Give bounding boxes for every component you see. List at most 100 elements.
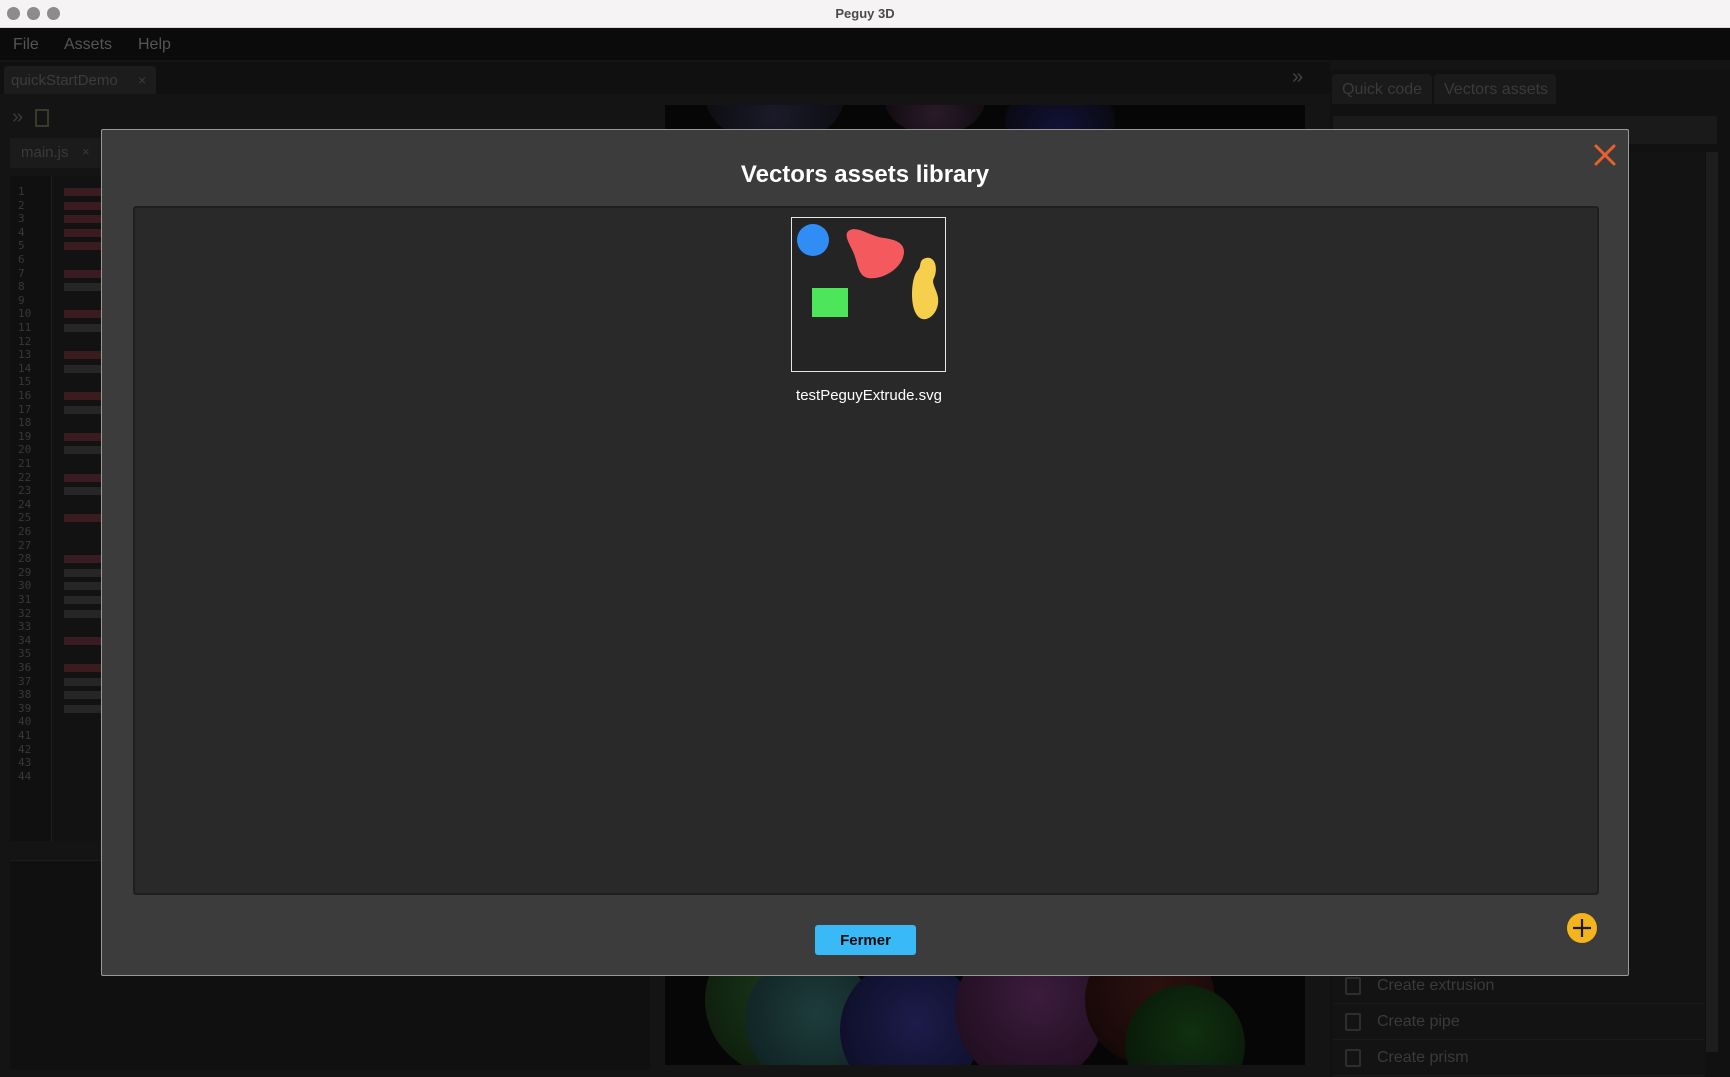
- line-number: 37: [18, 674, 32, 688]
- code-line: [64, 269, 104, 278]
- line-number: 11: [18, 321, 32, 334]
- file-tab[interactable]: main.js ×: [10, 138, 100, 168]
- line-number: 32: [18, 606, 32, 620]
- line-number: 4: [18, 225, 25, 239]
- line-number: 6: [18, 253, 25, 266]
- copy-icon: [1345, 1049, 1361, 1067]
- window-title: Peguy 3D: [835, 6, 895, 21]
- file-tab-close-icon[interactable]: ×: [82, 144, 90, 159]
- line-number: 24: [18, 497, 32, 511]
- line-number: 19: [18, 429, 32, 443]
- line-number: 43: [18, 756, 32, 770]
- right-panel-scrollbar[interactable]: [1706, 152, 1718, 1052]
- line-number: 44: [18, 769, 32, 783]
- close-icon-graphic: [1594, 144, 1616, 166]
- app-window: Peguy 3D File Assets Help quickStartDemo…: [0, 0, 1730, 1077]
- code-line: [64, 691, 104, 700]
- code-line: [64, 215, 104, 224]
- menu-assets[interactable]: Assets: [64, 36, 112, 54]
- code-line: [64, 609, 104, 618]
- line-number: 7: [18, 266, 25, 280]
- code-line: [64, 242, 104, 251]
- vectors-assets-dialog: Vectors assets library testPeguyExtrude.…: [101, 129, 1629, 976]
- line-number: 1: [18, 185, 25, 198]
- fermer-button[interactable]: Fermer: [815, 925, 916, 955]
- code-line: [64, 582, 104, 591]
- close-icon[interactable]: [1590, 140, 1620, 170]
- code-line: [64, 188, 104, 196]
- line-number: 16: [18, 389, 32, 402]
- code-line: [64, 283, 104, 292]
- code-line: [64, 310, 104, 319]
- tab-vectors-assets[interactable]: Vectors assets: [1434, 74, 1556, 104]
- line-number: 41: [18, 729, 32, 742]
- asset-filename: testPeguyExtrude.svg: [796, 387, 942, 404]
- code-line: [64, 704, 104, 713]
- line-number: 34: [18, 633, 32, 647]
- project-tab-label: quickStartDemo: [11, 72, 118, 89]
- line-number: 18: [18, 416, 32, 430]
- line-number: 12: [18, 334, 32, 348]
- title-bar: Peguy 3D: [0, 0, 1730, 28]
- line-number: 9: [18, 293, 25, 307]
- code-line: [64, 596, 104, 604]
- code-line: [64, 473, 104, 482]
- line-number: 13: [18, 348, 32, 362]
- line-number: 15: [18, 375, 32, 389]
- add-asset-icon[interactable]: [1566, 912, 1598, 944]
- code-line: [64, 351, 104, 360]
- code-line: [64, 324, 104, 332]
- line-number: 5: [18, 239, 25, 253]
- code-line: [64, 392, 104, 400]
- plus-circle-icon: [1567, 913, 1597, 943]
- tab-vectors-assets-label: Vectors assets: [1444, 81, 1549, 98]
- assets-grid: testPeguyExtrude.svg: [133, 206, 1599, 895]
- editor-toolbar: »: [12, 106, 49, 129]
- asset-thumbnail: [791, 217, 946, 372]
- code-line: [64, 405, 104, 414]
- run-icon[interactable]: »: [12, 106, 23, 128]
- list-item-label: Create pipe: [1377, 1013, 1460, 1030]
- line-number: 30: [18, 579, 32, 593]
- menu-file[interactable]: File: [13, 36, 39, 54]
- new-file-icon[interactable]: [34, 108, 49, 127]
- red-blob-shape: [846, 229, 904, 279]
- line-number: 2: [18, 198, 25, 212]
- line-number: 3: [18, 212, 25, 226]
- line-number: 28: [18, 552, 32, 566]
- copy-icon: [1345, 977, 1361, 995]
- line-number: 29: [18, 565, 32, 579]
- asset-item[interactable]: testPeguyExtrude.svg: [791, 217, 947, 412]
- line-number: 35: [18, 647, 32, 661]
- dialog-title: Vectors assets library: [740, 161, 990, 188]
- list-item-label: Create extrusion: [1377, 977, 1495, 994]
- project-tab-close-icon[interactable]: ×: [138, 72, 146, 88]
- line-number: 26: [18, 525, 32, 538]
- code-line: [64, 514, 104, 523]
- menu-help[interactable]: Help: [138, 36, 171, 54]
- line-number: 10: [18, 307, 32, 321]
- code-line: [64, 568, 104, 577]
- code-line: [64, 446, 104, 455]
- tab-quick-code[interactable]: Quick code: [1332, 74, 1432, 104]
- list-item-label: Create prism: [1377, 1049, 1469, 1066]
- line-number: 8: [18, 280, 25, 294]
- blue-circle-shape: [797, 224, 829, 256]
- line-number: 23: [18, 484, 32, 498]
- list-item[interactable]: Create prism: [1333, 1040, 1705, 1076]
- line-number: 20: [18, 443, 32, 457]
- line-number: 42: [18, 742, 32, 756]
- copy-icon: [1345, 1013, 1361, 1031]
- line-number: 31: [18, 593, 32, 606]
- line-number: 39: [18, 701, 32, 715]
- list-item[interactable]: Create pipe: [1333, 1004, 1705, 1040]
- code-line: [64, 364, 104, 373]
- tab-quick-code-label: Quick code: [1342, 81, 1423, 98]
- expand-panel-icon[interactable]: »: [1292, 66, 1303, 89]
- line-number: 21: [18, 457, 32, 470]
- project-tab-bar: quickStartDemo ×: [0, 62, 1330, 94]
- svg-preview-image: [797, 224, 939, 320]
- line-gutter: 1 2 3 4 5 6 7 8 9 10 11 12 13 14 15 16 17 18 19 20 21 22 23 24 2…: [10, 176, 52, 841]
- project-tab[interactable]: quickStartDemo ×: [4, 66, 156, 94]
- line-number: 22: [18, 470, 32, 484]
